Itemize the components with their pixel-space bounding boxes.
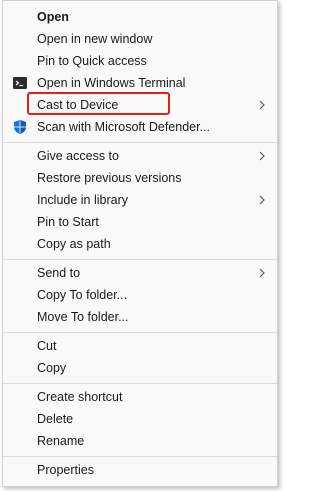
menu-item-copy-as-path[interactable]: Copy as path [3,233,277,255]
terminal-icon [12,75,28,91]
menu-item-label: Restore previous versions [37,171,182,185]
menu-item-open[interactable]: Open [3,6,277,28]
menu-item-copy-to-folder[interactable]: Copy To folder... [3,284,277,306]
menu-separator [3,332,277,333]
menu-item-properties[interactable]: Properties [3,459,277,481]
menu-item-open-new-window[interactable]: Open in new window [3,28,277,50]
chevron-right-icon [257,98,267,112]
menu-item-label: Properties [37,463,94,477]
menu-item-scan-defender[interactable]: Scan with Microsoft Defender... [3,116,277,138]
menu-item-include-library[interactable]: Include in library [3,189,277,211]
menu-item-rename[interactable]: Rename [3,430,277,452]
menu-item-label: Pin to Quick access [37,54,147,68]
menu-item-label: Copy To folder... [37,288,128,302]
menu-item-cut[interactable]: Cut [3,335,277,357]
menu-item-label: Copy [37,361,67,375]
menu-separator [3,456,277,457]
menu-item-send-to[interactable]: Send to [3,262,277,284]
menu-item-label: Move To folder... [37,310,129,324]
defender-shield-icon [12,119,28,135]
menu-separator [3,142,277,143]
menu-item-label: Rename [37,434,85,448]
menu-item-label: Pin to Start [37,215,99,229]
menu-item-create-shortcut[interactable]: Create shortcut [3,386,277,408]
menu-item-label: Open [37,10,69,24]
menu-item-copy[interactable]: Copy [3,357,277,379]
chevron-right-icon [257,266,267,280]
menu-separator [3,259,277,260]
menu-item-label: Scan with Microsoft Defender... [37,120,210,134]
menu-item-label: Cut [37,339,57,353]
menu-separator [3,383,277,384]
menu-item-give-access[interactable]: Give access to [3,145,277,167]
chevron-right-icon [257,193,267,207]
menu-item-label: Delete [37,412,74,426]
menu-item-restore-versions[interactable]: Restore previous versions [3,167,277,189]
menu-item-open-terminal[interactable]: Open in Windows Terminal [3,72,277,94]
menu-item-move-to-folder[interactable]: Move To folder... [3,306,277,328]
menu-item-label: Include in library [37,193,129,207]
menu-item-label: Cast to Device [37,98,119,112]
menu-item-pin-quick-access[interactable]: Pin to Quick access [3,50,277,72]
context-menu: Open Open in new window Pin to Quick acc… [2,0,278,487]
menu-item-pin-start[interactable]: Pin to Start [3,211,277,233]
menu-item-label: Copy as path [37,237,111,251]
menu-item-label: Open in Windows Terminal [37,76,186,90]
menu-item-label: Give access to [37,149,119,163]
menu-item-label: Create shortcut [37,390,123,404]
menu-item-cast-to-device[interactable]: Cast to Device [3,94,277,116]
chevron-right-icon [257,149,267,163]
menu-item-label: Send to [37,266,81,280]
menu-item-delete[interactable]: Delete [3,408,277,430]
menu-item-label: Open in new window [37,32,153,46]
